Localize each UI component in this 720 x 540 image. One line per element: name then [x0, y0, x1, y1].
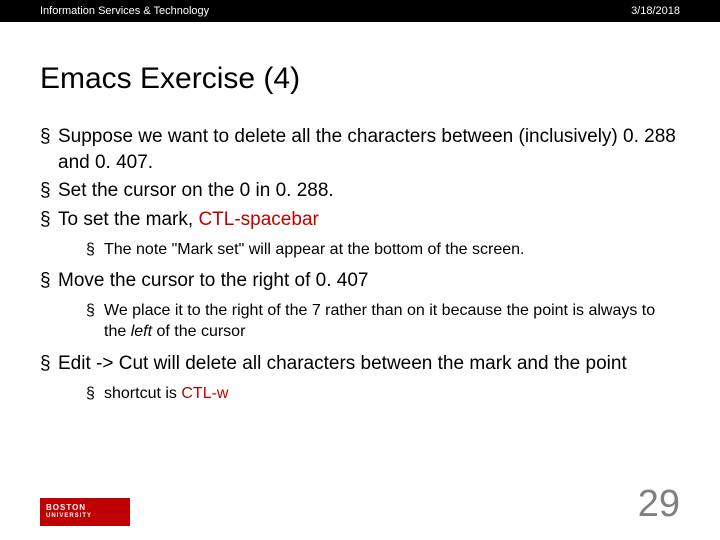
header-left: Information Services & Technology [40, 5, 209, 17]
page-number: 29 [638, 483, 680, 526]
bu-logo: BOSTON UNIVERSITY [40, 498, 130, 526]
bullet-3: To set the mark, CTL-spacebar The note "… [40, 207, 680, 260]
bullet-2: Set the cursor on the 0 in 0. 288. [40, 178, 680, 204]
header-date: 3/18/2018 [631, 5, 680, 17]
slide: Information Services & Technology 3/18/2… [0, 0, 720, 540]
bullet-5: Edit -> Cut will delete all characters b… [40, 351, 680, 404]
key-combo: CTL-spacebar [198, 209, 318, 230]
bullet-4-sub-1: We place it to the right of the 7 rather… [86, 300, 680, 343]
bullet-5-sub-1: shortcut is CTL-w [86, 383, 680, 405]
bullet-3-sub-1: The note "Mark set" will appear at the b… [86, 239, 680, 261]
slide-title: Emacs Exercise (4) [0, 22, 720, 124]
bullet-4: Move the cursor to the right of 0. 407 W… [40, 268, 680, 343]
footer: BOSTON UNIVERSITY 29 [40, 483, 680, 526]
slide-content: Suppose we want to delete all the charac… [0, 124, 720, 404]
header-bar: Information Services & Technology 3/18/2… [0, 0, 720, 22]
bullet-1: Suppose we want to delete all the charac… [40, 124, 680, 175]
key-combo: CTL-w [181, 385, 228, 402]
